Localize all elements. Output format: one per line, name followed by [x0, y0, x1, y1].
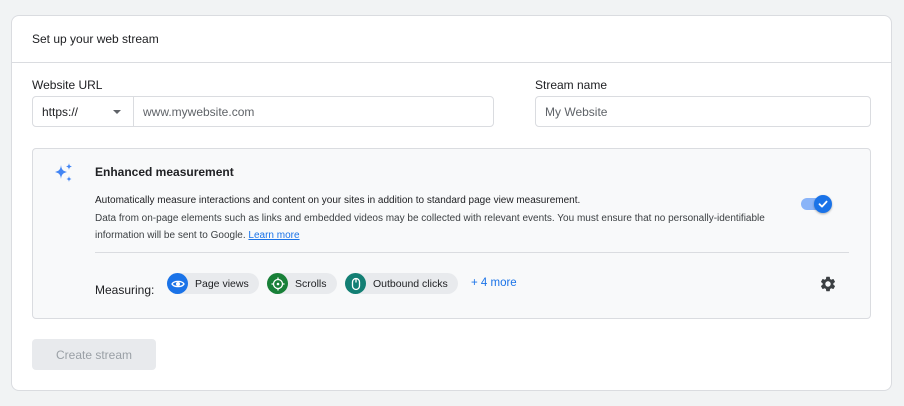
scroll-crosshair-icon [267, 273, 288, 294]
learn-more-link[interactable]: Learn more [248, 230, 299, 241]
stream-name-field [535, 96, 871, 127]
website-url-input[interactable] [134, 97, 493, 126]
divider [95, 252, 849, 253]
website-url-group: https:// [32, 96, 494, 127]
enhanced-measurement-panel: Enhanced measurement Automatically measu… [32, 148, 871, 319]
website-url-label: Website URL [32, 78, 103, 92]
enhanced-note: Data from on-page elements such as links… [95, 210, 785, 244]
chevron-down-icon [113, 110, 121, 114]
web-stream-card: Set up your web stream Website URL https… [11, 15, 892, 391]
gear-icon[interactable] [819, 275, 837, 293]
measuring-label: Measuring: [95, 283, 155, 297]
check-icon [818, 200, 828, 208]
protocol-select[interactable]: https:// [33, 97, 134, 126]
stream-name-input[interactable] [536, 97, 870, 126]
chip-label: Page views [195, 277, 249, 290]
enhanced-description: Automatically measure interactions and c… [95, 195, 581, 206]
chip-scrolls[interactable]: Scrolls [267, 273, 337, 294]
enhanced-note-text: Data from on-page elements such as links… [95, 213, 765, 241]
chip-outbound-clicks[interactable]: Outbound clicks [345, 273, 458, 294]
toggle-thumb [814, 195, 832, 213]
stream-name-label: Stream name [535, 78, 608, 92]
chip-label: Scrolls [295, 277, 327, 290]
mouse-icon [345, 273, 366, 294]
sparkle-icon [55, 163, 72, 182]
card-title: Set up your web stream [12, 16, 891, 63]
create-stream-button[interactable]: Create stream [32, 339, 156, 370]
protocol-value: https:// [42, 104, 79, 119]
eye-icon [167, 273, 188, 294]
enhanced-measurement-title: Enhanced measurement [95, 165, 234, 179]
chip-label: Outbound clicks [373, 277, 448, 290]
enhanced-measurement-toggle[interactable] [801, 193, 835, 215]
more-measurements-link[interactable]: + 4 more [471, 277, 517, 289]
chip-page-views[interactable]: Page views [167, 273, 259, 294]
